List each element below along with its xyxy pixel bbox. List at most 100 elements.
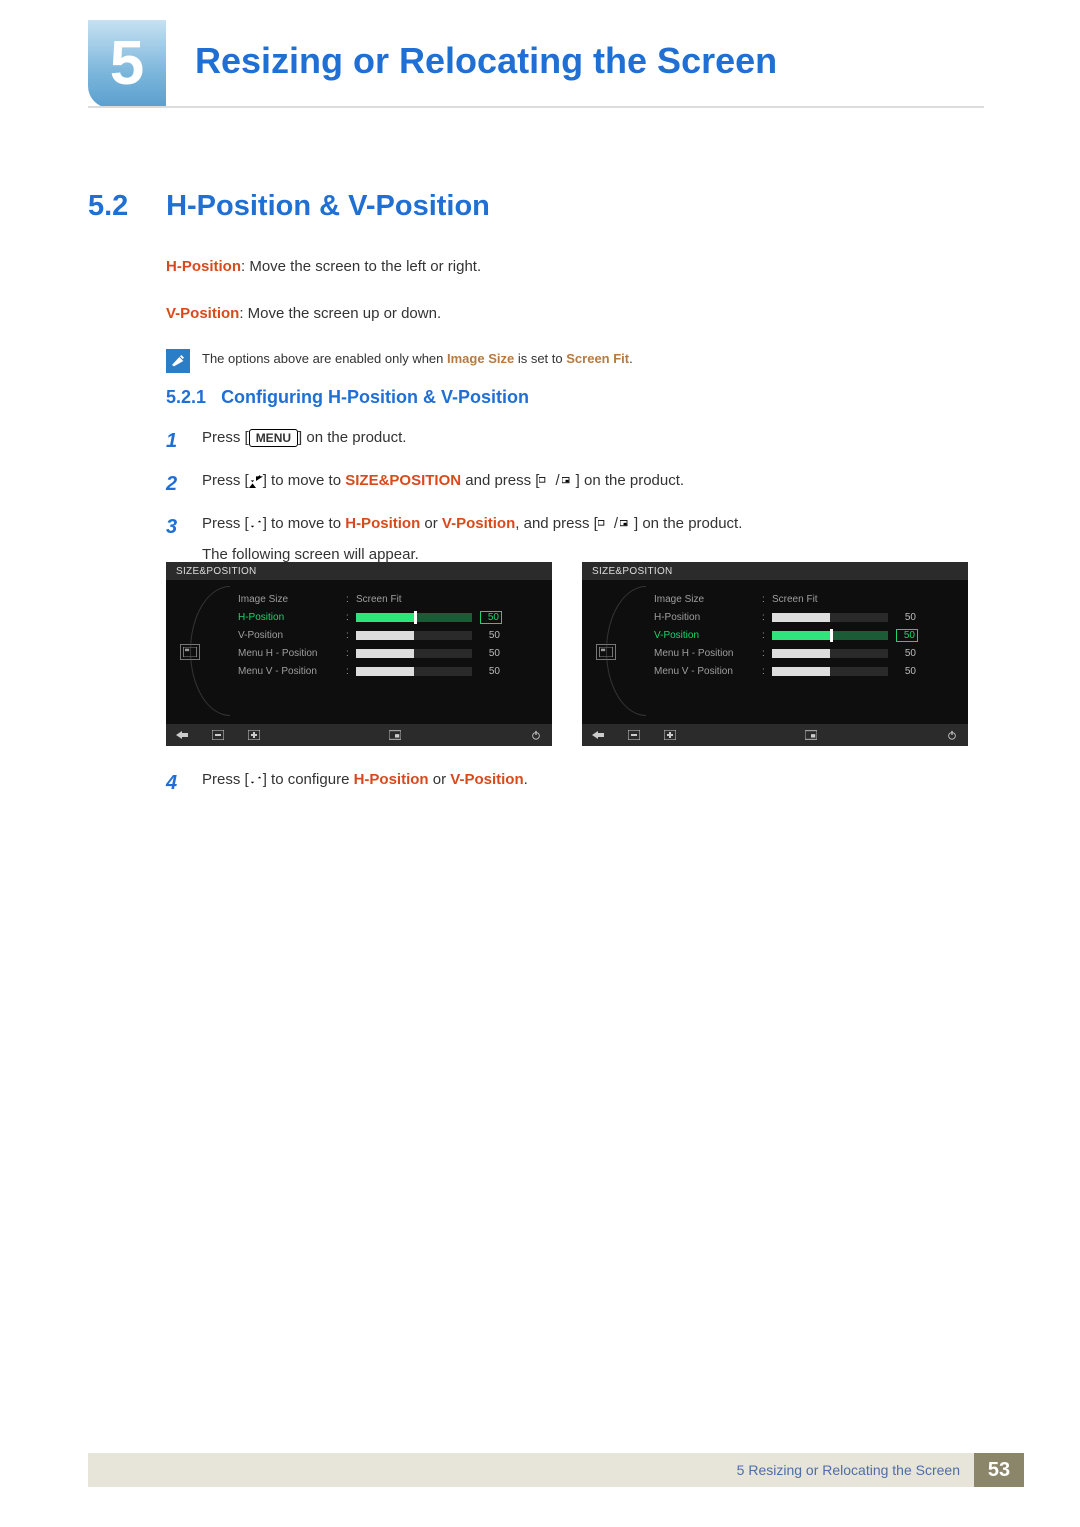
note-key-image-size: Image Size — [447, 351, 514, 366]
hposition-term: H-Position — [166, 258, 241, 275]
osd-row: SIZE&POSITION Image Size:Screen FitH-Pos… — [166, 562, 968, 746]
osd-footer — [582, 724, 968, 746]
osd-slider-value: 50 — [896, 648, 916, 659]
footer-chapter-title: Resizing or Relocating the Screen — [748, 1462, 960, 1478]
osd-minus-icon — [628, 730, 640, 740]
steps: 1 Press [MENU] on the product. 2 Press [… — [166, 426, 966, 579]
osd-slider — [356, 631, 472, 640]
osd-enter-icon — [805, 730, 817, 740]
osd-item: H-Position:50 — [238, 608, 540, 626]
osd-slider — [356, 649, 472, 658]
chapter-title: Resizing or Relocating the Screen — [195, 40, 777, 82]
osd-item-colon: : — [762, 648, 772, 659]
hposition-keyword: H-Position — [345, 515, 420, 532]
osd-item-label: Image Size — [238, 594, 346, 605]
osd-plus-icon — [248, 730, 260, 740]
vposition-term: V-Position — [166, 305, 239, 322]
osd-item-label: Menu H - Position — [238, 648, 346, 659]
osd-slider-value: 50 — [896, 629, 918, 642]
note-mid: is set to — [514, 351, 566, 366]
step-text: ] on the product. — [634, 515, 742, 532]
note-text: The options above are enabled only when … — [202, 349, 633, 369]
footer-bar: 5 Resizing or Relocating the Screen — [88, 1453, 974, 1487]
osd-slider — [772, 631, 888, 640]
osd-item: V-Position:50 — [238, 626, 540, 644]
slash: / — [553, 472, 561, 489]
step-1: 1 Press [MENU] on the product. — [166, 426, 966, 457]
osd-enter-icon — [389, 730, 401, 740]
osd-item: Image Size:Screen Fit — [238, 590, 540, 608]
osd-item-value: Screen Fit — [772, 594, 846, 605]
osd-slider — [772, 613, 888, 622]
osd-minus-icon — [212, 730, 224, 740]
osd-slider — [356, 613, 472, 622]
osd-item-colon: : — [762, 594, 772, 605]
osd-item-colon: : — [346, 594, 356, 605]
up-down-icon — [249, 773, 263, 787]
step-body: Press [] to configure H-Position or V-Po… — [202, 768, 966, 799]
osd-slider-value: 50 — [480, 630, 500, 641]
osd-power-icon — [530, 730, 542, 740]
menu-keycap: MENU — [249, 429, 298, 447]
osd-item: V-Position:50 — [654, 626, 956, 644]
vposition-definition: V-Position: Move the screen up or down. — [166, 303, 633, 326]
step-2: 2 Press [] to move to SIZE&POSITION and … — [166, 469, 966, 500]
osd-panel-hposition: SIZE&POSITION Image Size:Screen FitH-Pos… — [166, 562, 552, 746]
page-footer: 5 Resizing or Relocating the Screen 53 — [88, 1453, 1024, 1487]
step-4: 4 Press [] to configure H-Position or V-… — [166, 768, 966, 799]
step-text: ] to configure — [263, 771, 354, 788]
osd-slider — [356, 667, 472, 676]
step-text: Press [ — [202, 771, 249, 788]
rect-pip-icon — [598, 517, 612, 531]
step-text: or — [420, 515, 442, 532]
pip-icon — [562, 474, 576, 488]
osd-slider-value: 50 — [480, 648, 500, 659]
step-body: Press [MENU] on the product. — [202, 426, 966, 457]
hposition-keyword: H-Position — [354, 771, 429, 788]
hposition-text: : Move the screen to the left or right. — [241, 258, 481, 275]
osd-item-label: H-Position — [238, 612, 346, 623]
osd-item-label: Image Size — [654, 594, 762, 605]
osd-item: Menu V - Position:50 — [654, 662, 956, 680]
osd-item-label: Menu H - Position — [654, 648, 762, 659]
slash: / — [612, 515, 620, 532]
osd-item-colon: : — [346, 666, 356, 677]
osd-arc — [606, 586, 646, 716]
page-number: 53 — [974, 1453, 1024, 1487]
note-icon — [166, 349, 190, 373]
osd-item-colon: : — [762, 666, 772, 677]
step-number: 3 — [166, 512, 184, 567]
section-number: 5.2 — [88, 190, 158, 223]
note-pre: The options above are enabled only when — [202, 351, 447, 366]
step-number: 4 — [166, 768, 184, 799]
note-post: . — [629, 351, 633, 366]
osd-plus-icon — [664, 730, 676, 740]
osd-item-colon: : — [762, 612, 772, 623]
step-number: 1 — [166, 426, 184, 457]
subsection-heading: 5.2.1 Configuring H-Position & V-Positio… — [166, 387, 529, 408]
step-number: 2 — [166, 469, 184, 500]
osd-item-label: Menu V - Position — [654, 666, 762, 677]
osd-item-label: V-Position — [654, 630, 762, 641]
osd-item-colon: : — [346, 648, 356, 659]
osd-header: SIZE&POSITION — [166, 562, 552, 580]
osd-item: Menu H - Position: 50 — [238, 644, 540, 662]
osd-power-icon — [946, 730, 958, 740]
vposition-keyword: V-Position — [442, 515, 515, 532]
step-text: . — [524, 771, 528, 788]
osd-item-label: H-Position — [654, 612, 762, 623]
section-title: H-Position & V-Position — [166, 190, 490, 222]
osd-item: Menu H - Position: 50 — [654, 644, 956, 662]
osd-arc — [190, 586, 230, 716]
rect-pip-icon — [539, 474, 553, 488]
osd-item-value: Screen Fit — [356, 594, 430, 605]
step-followup: The following screen will appear. — [202, 546, 419, 563]
osd-back-icon — [592, 730, 604, 740]
step-text: ] on the product. — [576, 472, 684, 489]
osd-panel-vposition: SIZE&POSITION Image Size:Screen FitH-Pos… — [582, 562, 968, 746]
step-3: 3 Press [] to move to H-Position or V-Po… — [166, 512, 966, 567]
footer-chapter-num: 5 — [737, 1462, 745, 1478]
header-divider — [88, 106, 984, 108]
definitions-block: H-Position: Move the screen to the left … — [166, 256, 633, 373]
up-down-icon — [249, 517, 263, 531]
